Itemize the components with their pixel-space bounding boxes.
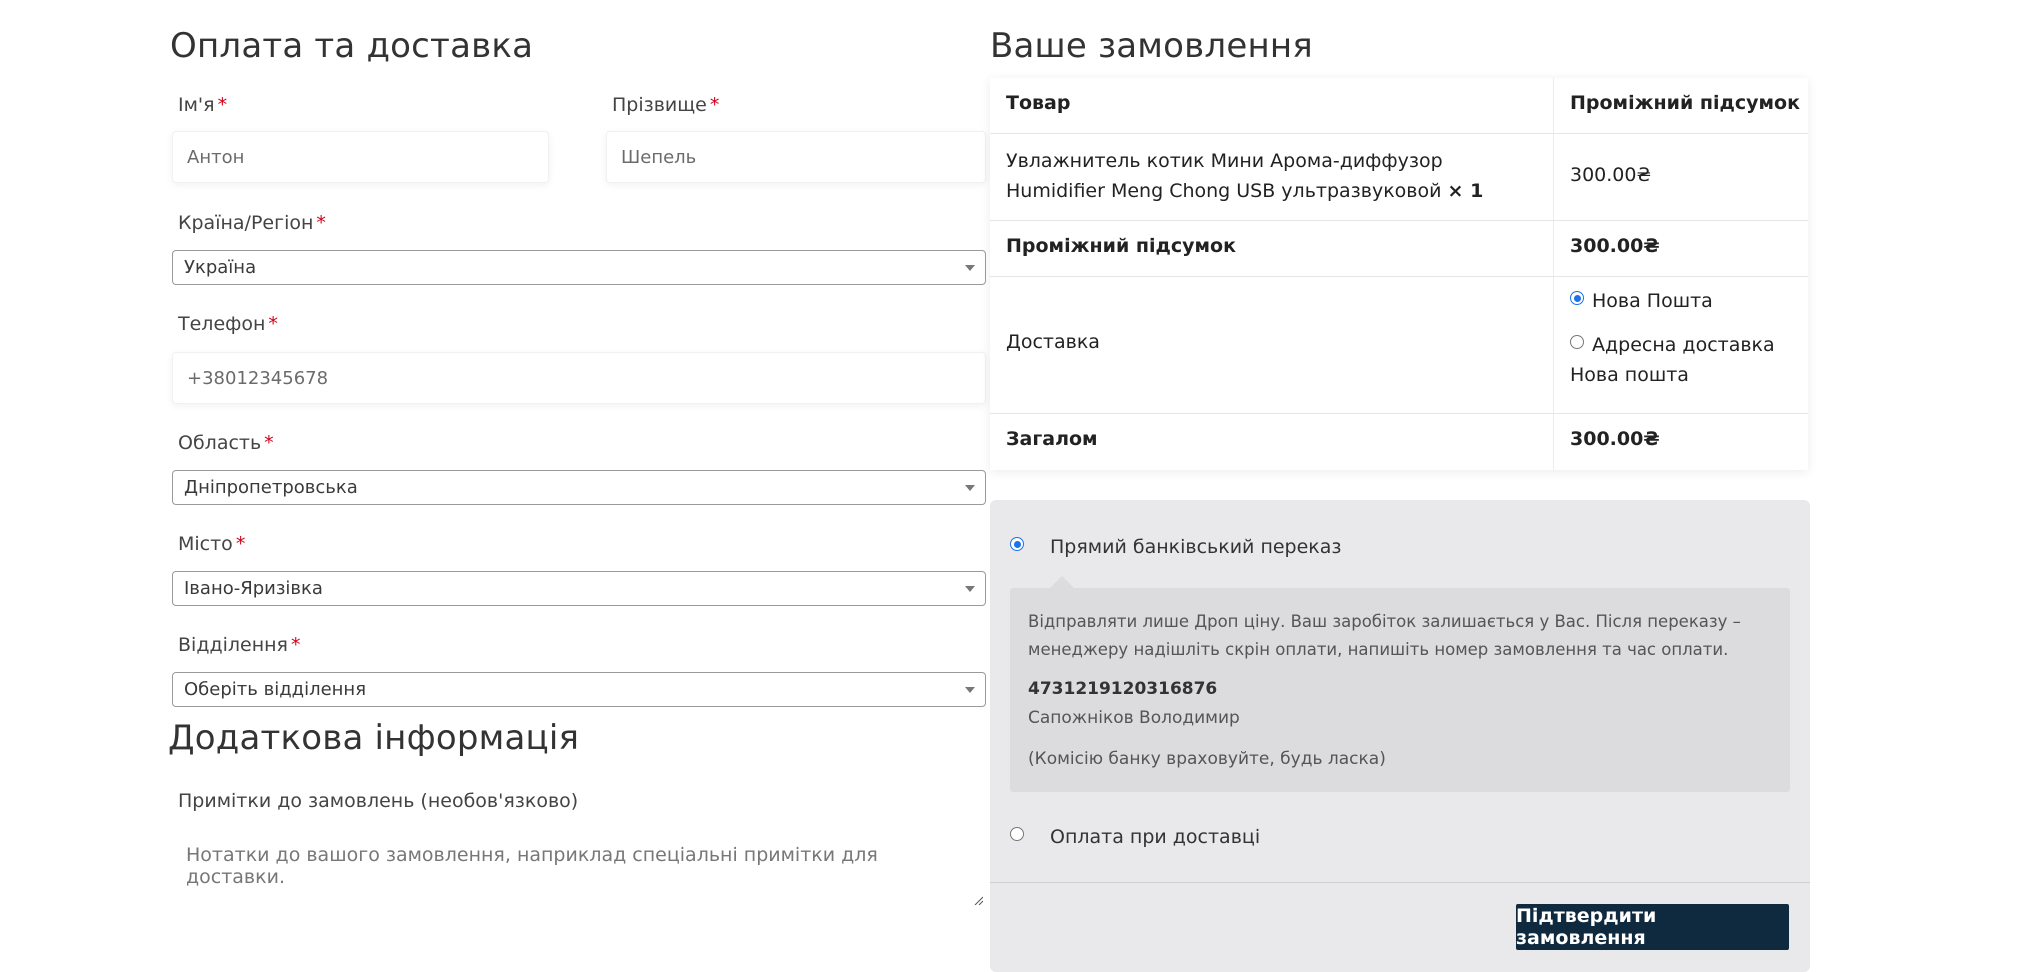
shipping-radio-selected[interactable] [1570,291,1584,305]
chevron-down-icon [965,585,975,592]
shipping-radio[interactable] [1570,335,1584,349]
phone-label: Телефон * [178,313,278,335]
cod-label: Оплата при доставці [1050,826,1261,848]
bank-transfer-radio[interactable] [1010,537,1024,551]
branch-value: Оберіть відділення [184,679,367,700]
bank-fee-note: (Комісію банку враховуйте, будь ласка) [1028,749,1386,769]
chevron-down-icon [965,264,975,271]
order-table: Товар Проміжний підсумок Увлажнитель кот… [990,78,1808,470]
last-name-label: Прізвище * [612,94,720,116]
bank-info-text: Відправляти лише Дроп ціну. Ваш заробіто… [1028,612,1741,659]
order-header-row: Товар Проміжний підсумок [990,78,1808,134]
payment-option-cod[interactable]: Оплата при доставці [1010,826,1260,848]
order-notes-textarea[interactable]: Нотатки до вашого замовлення, наприклад … [172,826,986,908]
billing-title: Оплата та доставка [170,26,534,66]
first-name-field[interactable]: Антон [172,131,549,183]
card-number: 4731219120316876 [1028,679,1218,699]
subtotal-value: 300.00₴ [1570,235,1660,257]
first-name-value: Антон [187,146,245,168]
order-item-qty: × 1 [1447,180,1484,202]
resize-handle-icon[interactable] [973,895,983,905]
cod-radio[interactable] [1010,827,1024,841]
order-item-name: Увлажнитель котик Мини Арома-диффузор Hu… [1006,150,1484,202]
chevron-down-icon [965,484,975,491]
product-column-header: Товар [1006,92,1071,114]
country-value: Україна [184,257,257,278]
order-notes-placeholder: Нотатки до вашого замовлення, наприклад … [186,844,878,888]
subtotal-row: Проміжний підсумок 300.00₴ [990,220,1808,277]
additional-info-title: Додаткова інформація [168,718,580,758]
order-title: Ваше замовлення [990,26,1313,66]
shipping-label: Доставка [1006,331,1100,353]
region-select[interactable]: Дніпропетровська [172,470,986,505]
subtotal-column-header: Проміжний підсумок [1570,92,1800,114]
subtotal-label: Проміжний підсумок [1006,235,1236,257]
city-value: Івано-Яризівка [184,578,323,599]
shipping-row: Доставка Нова Пошта Адресна доставка Нов… [990,276,1808,414]
country-select[interactable]: Україна [172,250,986,285]
first-name-label: Ім'я * [178,94,228,116]
place-order-button[interactable]: Підтвердити замовлення [1516,904,1789,950]
total-label: Загалом [1006,428,1098,450]
bank-transfer-info: Відправляти лише Дроп ціну. Ваш заробіто… [1010,588,1790,792]
city-label: Місто * [178,533,246,555]
total-row: Загалом 300.00₴ [990,413,1808,470]
last-name-field[interactable]: Шепель [606,131,986,183]
branch-label: Відділення * [178,634,301,656]
info-pointer [1050,576,1074,588]
order-item-row: Увлажнитель котик Мини Арома-диффузор Hu… [990,133,1808,221]
chevron-down-icon [965,686,975,693]
payment-option-bank-transfer[interactable]: Прямий банківський переказ [1010,536,1342,558]
region-value: Дніпропетровська [184,477,358,498]
shipping-option-address[interactable]: Адресна доставка Нова пошта [1570,330,1800,390]
card-holder: Сапожніков Володимир [1028,708,1240,728]
phone-field[interactable]: +38012345678 [172,352,986,404]
shipping-option-nova-poshta[interactable]: Нова Пошта [1570,290,1713,312]
city-select[interactable]: Івано-Яризівка [172,571,986,606]
region-label: Область * [178,432,274,454]
payment-methods: Прямий банківський переказ Відправляти л… [990,500,1810,972]
order-item-price: 300.00₴ [1570,164,1652,186]
last-name-value: Шепель [621,146,697,168]
total-value: 300.00₴ [1570,428,1660,450]
payment-divider [990,882,1810,883]
country-label: Країна/Регіон * [178,212,326,234]
phone-value: +38012345678 [187,367,329,389]
branch-select[interactable]: Оберіть відділення [172,672,986,707]
bank-transfer-label: Прямий банківський переказ [1050,536,1342,558]
order-notes-label: Примітки до замовлень (необов'язково) [178,790,579,812]
